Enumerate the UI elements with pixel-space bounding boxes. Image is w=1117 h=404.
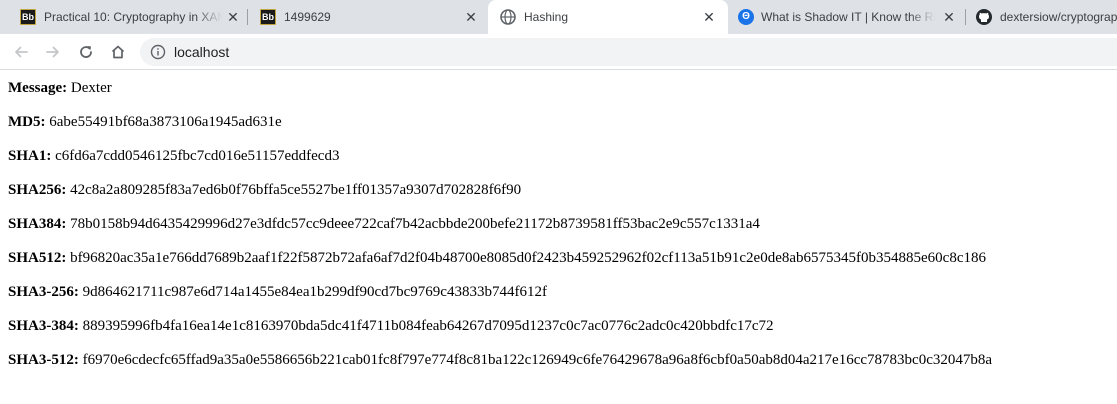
hash-row-sha3-512: SHA3-512: f6970e6cdecfc65ffad9a35a0e5586…: [8, 351, 992, 369]
hash-value: bf96820ac35a1e766dd7689b2aaf1f22f5872b72…: [70, 250, 986, 266]
hash-label: SHA3-256:: [8, 284, 79, 300]
tab-strip: Bb Practical 10: Cryptography in XAMPP ✕…: [0, 0, 1117, 34]
browser-toolbar: localhost: [0, 34, 1117, 70]
forward-button[interactable]: [41, 40, 65, 64]
close-tab-icon[interactable]: ✕: [226, 10, 240, 24]
home-button[interactable]: [106, 40, 130, 64]
tab-title: Practical 10: Cryptography in XAMPP: [44, 10, 222, 24]
tab-title: Hashing: [524, 10, 569, 24]
tab-title: dextersiow/cryptography: [1000, 10, 1117, 24]
back-button[interactable]: [9, 40, 33, 64]
tab-practical-10[interactable]: Bb Practical 10: Cryptography in XAMPP ✕: [8, 0, 248, 34]
url-text: localhost: [174, 44, 230, 60]
page-content: Message: Dexter MD5: 6abe55491bf68a38731…: [0, 71, 1117, 404]
hash-value: 42c8a2a809285f83a7ed6b0f76bffa5ce5527be1…: [70, 182, 522, 198]
hash-row-md5: MD5: 6abe55491bf68a3873106a1945ad631e: [8, 113, 282, 131]
hash-value: 78b0158b94d6435429996d27e3dfdc57cc9deee7…: [70, 216, 760, 232]
tab-github[interactable]: dextersiow/cryptography: [966, 0, 1117, 34]
hash-label: SHA3-512:: [8, 352, 79, 368]
blackboard-icon: Bb: [260, 9, 276, 25]
hash-label: SHA3-384:: [8, 318, 79, 334]
close-tab-icon[interactable]: ✕: [702, 10, 716, 24]
hash-row-sha512: SHA512: bf96820ac35a1e766dd7689b2aaf1f22…: [8, 249, 986, 267]
hash-label: SHA512:: [8, 250, 67, 266]
tab-hashing[interactable]: Hashing ✕: [488, 0, 728, 34]
close-tab-icon[interactable]: ✕: [464, 10, 478, 24]
hash-row-sha3-256: SHA3-256: 9d864621711c987e6d714a1455e84e…: [8, 283, 547, 301]
arrow-left-icon: [15, 46, 28, 58]
hash-label: Message:: [8, 80, 68, 96]
tab-shadow-it[interactable]: Θ What is Shadow IT | Know the Risks ✕: [728, 0, 966, 34]
home-icon: [111, 45, 125, 59]
close-tab-icon[interactable]: ✕: [942, 10, 956, 24]
github-icon: [976, 9, 992, 25]
hash-row-sha3-384: SHA3-384: 889395996fb4fa16ea14e1c8163970…: [8, 317, 774, 335]
hash-row-sha384: SHA384: 78b0158b94d6435429996d27e3dfdc57…: [8, 215, 760, 233]
hash-value: 889395996fb4fa16ea14e1c8163970bda5dc41f4…: [82, 318, 774, 334]
tab-title: What is Shadow IT | Know the Risks: [761, 10, 935, 24]
hash-row-sha1: SHA1: c6fd6a7cdd0546125fbc7cd016e51157ed…: [8, 147, 339, 165]
reload-icon: [80, 46, 92, 58]
reload-button[interactable]: [74, 40, 98, 64]
tab-1499629[interactable]: Bb 1499629 ✕: [248, 0, 488, 34]
hash-value: Dexter: [70, 80, 112, 96]
hash-value: 6abe55491bf68a3873106a1945ad631e: [49, 114, 282, 130]
hash-label: SHA384:: [8, 216, 67, 232]
arrow-right-icon: [46, 46, 59, 58]
info-icon[interactable]: [150, 44, 166, 60]
hash-label: SHA256:: [8, 182, 67, 198]
tab-title: 1499629: [284, 10, 331, 24]
hash-label: MD5:: [8, 114, 46, 130]
hash-value: c6fd6a7cdd0546125fbc7cd016e51157eddfecd3: [55, 148, 340, 164]
hash-row-sha256: SHA256: 42c8a2a809285f83a7ed6b0f76bffa5c…: [8, 181, 521, 199]
blackboard-icon: Bb: [20, 9, 36, 25]
shadow-it-icon: Θ: [738, 9, 754, 25]
hash-value: f6970e6cdecfc65ffad9a35a0e5586656b221cab…: [82, 352, 993, 368]
hash-row-message: Message: Dexter: [8, 79, 112, 97]
globe-icon: [500, 9, 516, 25]
address-bar[interactable]: localhost: [140, 38, 1117, 66]
hash-label: SHA1:: [8, 148, 52, 164]
hash-value: 9d864621711c987e6d714a1455e84ea1b299df90…: [82, 284, 547, 300]
